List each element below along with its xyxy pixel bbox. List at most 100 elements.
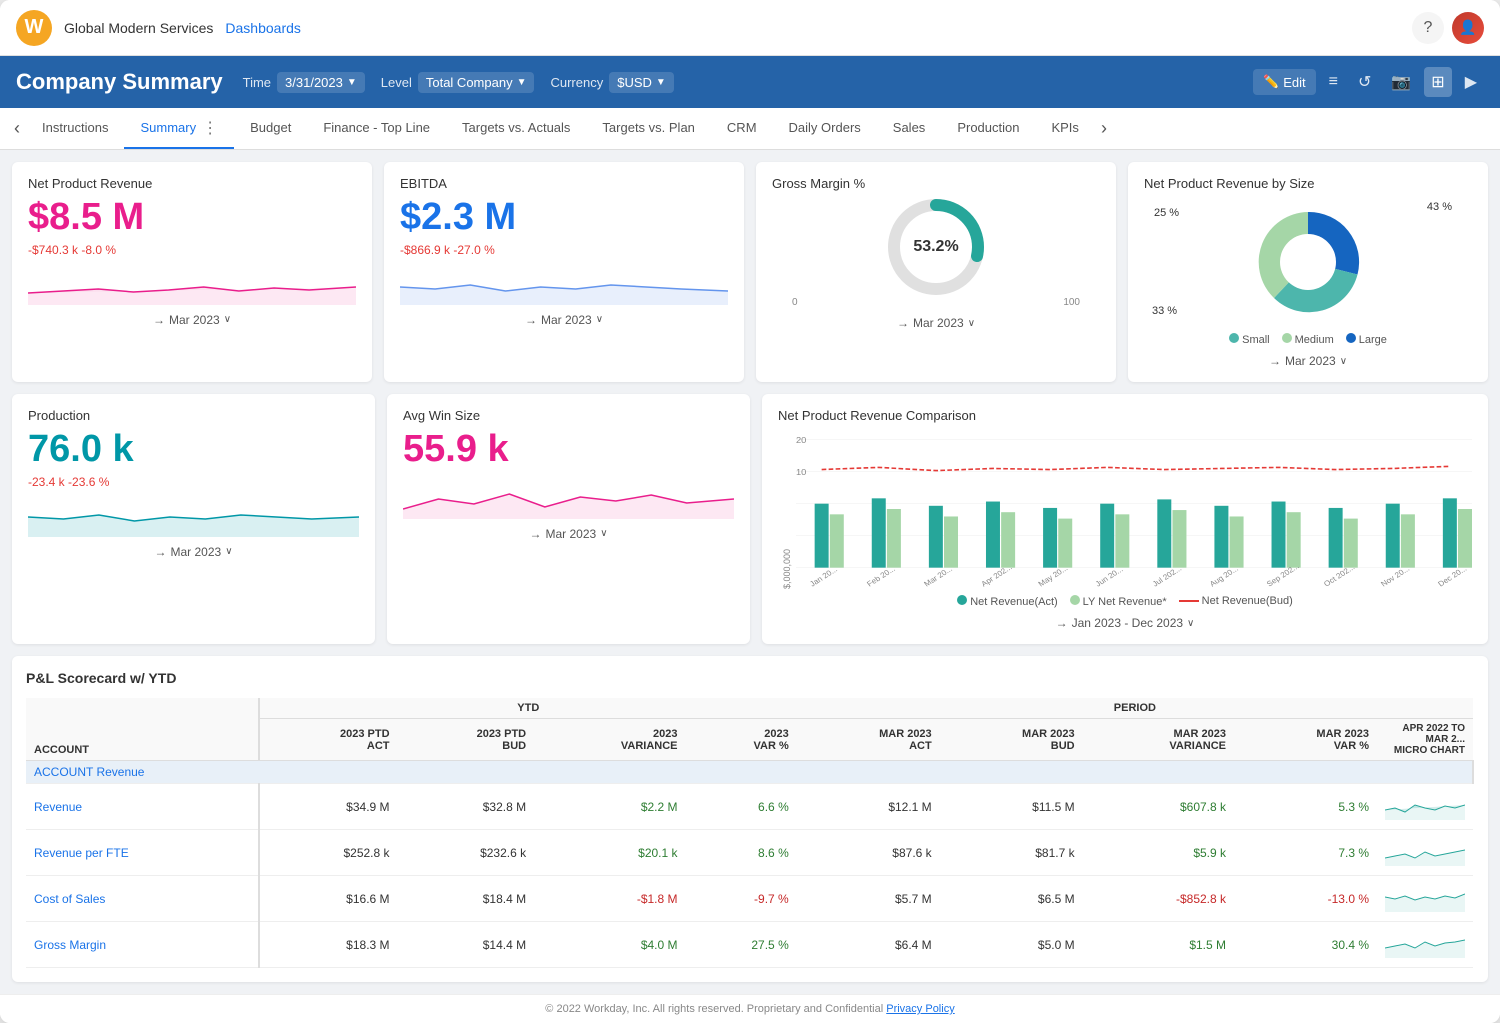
micro-chart-header: APR 2022 TO MAR 2...MICRO CHART [1377,719,1473,761]
net-product-revenue-by-size-widget: Net Product Revenue by Size 43 % 25 % 33… [1128,162,1488,382]
period-group-header: PERIOD [797,698,1473,719]
tab-daily-orders[interactable]: Daily Orders [773,108,877,149]
grid-icon-button[interactable]: ⊞ [1424,67,1451,97]
tab-budget[interactable]: Budget [234,108,307,149]
period-var-pct-header: MAR 2023VAR % [1234,719,1377,761]
footer-chevron-icon: ∨ [224,314,231,325]
ebitda-value: $2.3 M [400,197,728,239]
period-var-header: MAR 2023VARIANCE [1083,719,1234,761]
footer-arrow-icon: → [154,545,166,559]
time-value-select[interactable]: 3/31/2023 ▼ [277,72,365,93]
time-filter: Time 3/31/2023 ▼ [243,72,365,93]
camera-icon-button[interactable]: 📷 [1384,67,1418,97]
svg-text:Jun 20...: Jun 20... [1094,565,1125,588]
tab-production[interactable]: Production [941,108,1035,149]
filter-icon-button[interactable]: ≡ [1322,68,1345,96]
production-footer[interactable]: → Mar 2023 ∨ [28,545,359,559]
tab-sales[interactable]: Sales [877,108,942,149]
footer-chevron-icon: ∨ [968,318,975,329]
tab-kpis[interactable]: KPIs [1035,108,1094,149]
dashboards-link[interactable]: Dashboards [225,20,301,36]
period-act-header: MAR 2023ACT [797,719,940,761]
net-product-revenue-comparison-footer[interactable]: → Jan 2023 - Dec 2023 ∨ [778,616,1472,630]
net-product-revenue-footer[interactable]: → Mar 2023 ∨ [28,313,356,327]
net-product-revenue-by-size-footer[interactable]: → Mar 2023 ∨ [1144,354,1472,368]
edit-icon: ✏️ [1263,74,1279,90]
workday-logo: W [16,10,52,46]
currency-chevron-icon: ▼ [656,77,666,88]
revenue-period-act: $12.1 M [797,784,940,830]
currency-value-select[interactable]: $USD ▼ [609,72,674,93]
video-icon-button[interactable]: ▶ [1458,67,1484,97]
net-product-revenue-comparison-title: Net Product Revenue Comparison [778,408,1472,423]
tab-summary[interactable]: Summary ⋮ [124,108,234,149]
footer-chevron-icon: ∨ [596,314,603,325]
bar-chart-inner: 20 10 [796,429,1472,589]
revenue-per-fte-ytd-var: $20.1 k [534,830,685,876]
header-filter: Time 3/31/2023 ▼ Level Total Company ▼ C… [243,72,674,93]
gross-margin-ytd-act: $18.3 M [259,922,398,968]
gross-margin-ytd-var: $4.0 M [534,922,685,968]
legend-large: Large [1346,333,1387,346]
revenue-per-fte-account: Revenue per FTE [26,830,259,876]
tab-targets-vs-actuals[interactable]: Targets vs. Actuals [446,108,586,149]
gross-margin-donut: 53.2% [772,197,1100,297]
footer-arrow-icon: → [897,316,909,330]
table-row-cost-of-sales: Cost of Sales $16.6 M $18.4 M -$1.8 M -9… [26,876,1473,922]
pie-label-large: 43 % [1427,201,1452,213]
user-avatar[interactable]: 👤 [1452,12,1484,44]
table-row-gross-margin: Gross Margin $18.3 M $14.4 M $4.0 M 27.5… [26,922,1473,968]
cost-of-sales-period-bud: $6.5 M [940,876,1083,922]
ebitda-delta: -$866.9 k -27.0 % [400,243,728,257]
gross-margin-footer[interactable]: → Mar 2023 ∨ [772,316,1100,330]
legend-medium: Medium [1282,333,1334,346]
refresh-icon-button[interactable]: ↺ [1351,67,1378,97]
gross-margin-period-var: $1.5 M [1083,922,1234,968]
header-bar: Company Summary Time 3/31/2023 ▼ Level T… [0,56,1500,108]
tab-crm[interactable]: CRM [711,108,773,149]
footer-chevron-icon: ∨ [600,528,607,539]
privacy-policy-link[interactable]: Privacy Policy [886,1003,954,1015]
tab-prev-button[interactable]: ‹ [8,108,26,149]
pl-scorecard-table: ACCOUNT YTD PERIOD 2023 PTDACT 2023 PTDB… [26,698,1474,968]
tab-next-button[interactable]: › [1095,108,1113,149]
net-product-revenue-title: Net Product Revenue [28,176,356,191]
pl-scorecard-title: P&L Scorecard w/ YTD [26,670,1474,686]
level-chevron-icon: ▼ [517,77,527,88]
level-value-select[interactable]: Total Company ▼ [418,72,535,93]
main-content: Net Product Revenue $8.5 M -$740.3 k -8.… [0,150,1500,994]
help-icon[interactable]: ? [1412,12,1444,44]
time-label: Time [243,75,271,90]
cost-of-sales-period-var-pct: -13.0 % [1234,876,1377,922]
avg-win-size-footer[interactable]: → Mar 2023 ∨ [403,527,734,541]
page-title: Company Summary [16,69,223,95]
header-actions: ✏️ Edit ≡ ↺ 📷 ⊞ ▶ [1253,67,1484,97]
gross-margin-ytd-bud: $14.4 M [398,922,535,968]
footer-arrow-icon: → [1269,354,1281,368]
production-widget: Production 76.0 k -23.4 k -23.6 % → Mar … [12,394,375,644]
legend-ly-net-revenue: LY Net Revenue* [1070,595,1167,608]
tab-finance-top-line[interactable]: Finance - Top Line [307,108,446,149]
gross-margin-period-var-pct: 30.4 % [1234,922,1377,968]
cost-of-sales-account: Cost of Sales [26,876,259,922]
ebitda-title: EBITDA [400,176,728,191]
ebitda-sparkline [400,265,728,305]
pie-chart-container: 43 % 25 % 33 % [1144,197,1472,327]
copyright-text: © 2022 Workday, Inc. All rights reserved… [545,1003,883,1015]
gross-margin-micro-chart [1377,922,1473,968]
production-value: 76.0 k [28,429,359,471]
avg-win-size-widget: Avg Win Size 55.9 k → Mar 2023 ∨ [387,394,750,644]
gross-margin-account: Gross Margin [26,922,259,968]
footer-arrow-icon: → [529,527,541,541]
top-nav: W Global Modern Services Dashboards ? 👤 [0,0,1500,56]
tab-instructions[interactable]: Instructions [26,108,124,149]
currency-filter: Currency $USD ▼ [550,72,673,93]
tab-targets-vs-plan[interactable]: Targets vs. Plan [586,108,711,149]
revenue-per-fte-period-var: $5.9 k [1083,830,1234,876]
footer-arrow-icon: → [1056,616,1068,630]
edit-button[interactable]: ✏️ Edit [1253,69,1316,95]
table-row-revenue-section: ACCOUNT Revenue [26,761,1473,784]
tab-summary-more-icon[interactable]: ⋮ [202,118,218,138]
revenue-per-fte-micro-chart [1377,830,1473,876]
ebitda-footer[interactable]: → Mar 2023 ∨ [400,313,728,327]
